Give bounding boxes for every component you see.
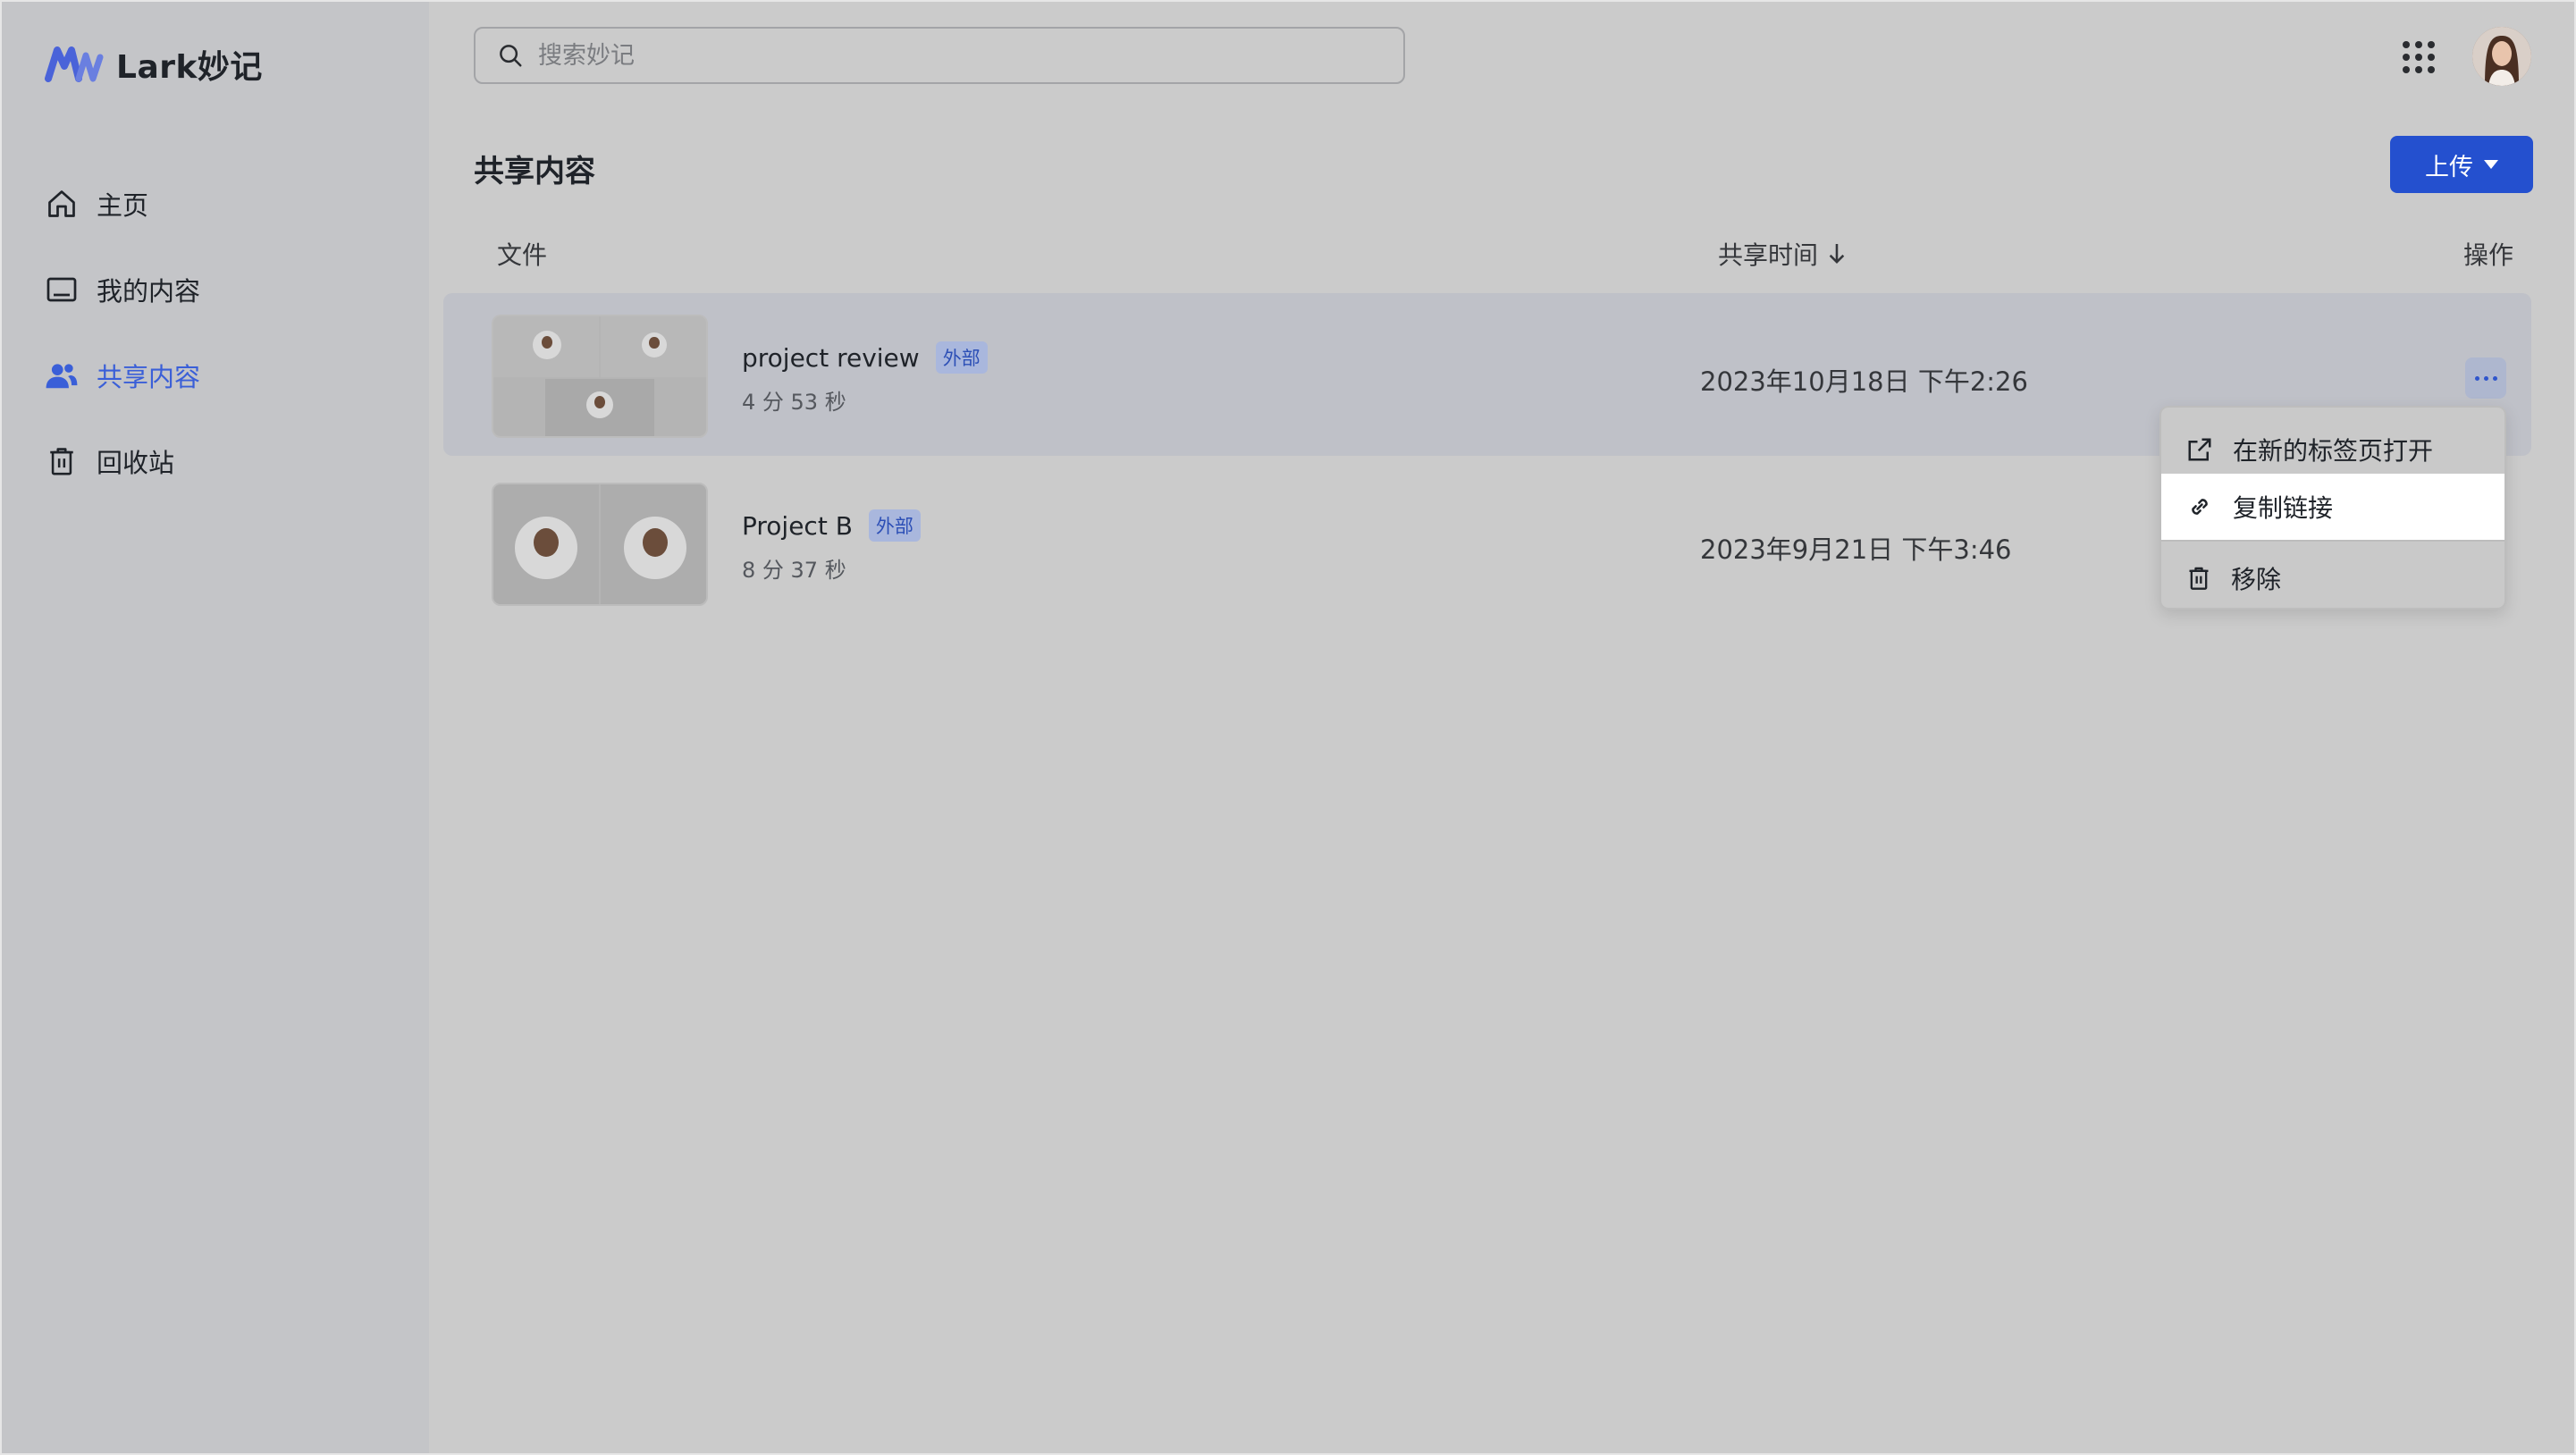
external-tag: 外部: [935, 341, 988, 374]
menu-divider: [2161, 540, 2504, 542]
menu-item-label: 在新的标签页打开: [2233, 436, 2434, 466]
participant-face-icon: [586, 391, 613, 418]
brand[interactable]: Lark妙记: [45, 41, 263, 88]
caret-down-icon: [2484, 160, 2498, 169]
share-time: 2023年9月21日 下午3:46: [1700, 534, 2012, 565]
recording-thumbnail: [492, 315, 708, 438]
external-tag: 外部: [868, 509, 921, 542]
sidebar-item-label: 主页: [97, 190, 149, 221]
menu-item-copy-link[interactable]: 复制链接: [2161, 474, 2504, 540]
upload-button[interactable]: 上传: [2390, 136, 2533, 193]
file-title[interactable]: Project B 外部: [742, 509, 921, 542]
sidebar-item-label: 共享内容: [97, 362, 201, 392]
external-link-icon: [2188, 438, 2211, 461]
avatar[interactable]: [2472, 27, 2531, 86]
lark-minutes-logo-icon: [45, 46, 104, 82]
sort-descending-icon: [1829, 244, 1845, 264]
share-time: 2023年10月18日 下午2:26: [1700, 366, 2028, 397]
sidebar-item-trash[interactable]: 回收站: [45, 418, 402, 504]
file-title[interactable]: project review 外部: [742, 341, 988, 374]
participant-face-icon: [533, 331, 561, 359]
trash-icon: [2189, 567, 2209, 590]
column-header-label: 操作: [2463, 240, 2514, 270]
menu-item-label: 移除: [2231, 565, 2282, 594]
sidebar-item-shared[interactable]: 共享内容: [45, 332, 402, 418]
file-duration: 8 分 37 秒: [742, 558, 846, 583]
sidebar-nav: 主页 我的内容 共享内容 回收站: [45, 161, 402, 504]
menu-item-open-new-tab[interactable]: 在新的标签页打开: [2161, 416, 2504, 483]
home-icon: [45, 187, 79, 221]
app-grid-icon[interactable]: [2397, 36, 2440, 79]
app-name: Lark妙记: [116, 49, 263, 86]
page-title: 共享内容: [474, 154, 595, 189]
trash-icon: [45, 444, 79, 478]
upload-button-label: 上传: [2425, 153, 2473, 181]
menu-item-remove[interactable]: 移除: [2161, 545, 2504, 611]
file-duration: 4 分 53 秒: [742, 390, 846, 415]
column-header-share-time[interactable]: 共享时间: [1718, 236, 1847, 272]
column-header-label: 文件: [497, 240, 548, 270]
menu-item-label: 复制链接: [2233, 493, 2334, 523]
folder-icon: [45, 273, 79, 307]
search-icon: [500, 45, 522, 67]
file-name-text: Project B: [742, 510, 853, 541]
recording-thumbnail: [492, 483, 708, 606]
sidebar: Lark妙记 主页 我的内容 共享内容 回收站: [2, 2, 429, 1453]
sidebar-item-label: 回收站: [97, 448, 175, 478]
sidebar-item-label: 我的内容: [97, 276, 201, 307]
search-box[interactable]: [474, 27, 1405, 84]
main-content: 共享内容 上传 文件 共享时间 操作 project review 外部 4 分…: [429, 2, 2574, 1453]
more-options-button[interactable]: [2465, 357, 2506, 399]
sidebar-item-my-content[interactable]: 我的内容: [45, 247, 402, 332]
column-header-actions: 操作: [2463, 236, 2513, 272]
participant-face-icon: [642, 332, 667, 357]
users-icon: [45, 358, 79, 392]
context-menu: 在新的标签页打开 复制链接 移除: [2159, 406, 2506, 610]
sidebar-item-home[interactable]: 主页: [45, 161, 402, 247]
participant-face-icon: [515, 517, 577, 579]
column-header-file: 文件: [497, 236, 547, 272]
column-header-label: 共享时间: [1718, 240, 1819, 270]
link-icon: [2192, 499, 2208, 515]
participant-face-icon: [624, 517, 686, 579]
file-name-text: project review: [742, 342, 920, 373]
search-input[interactable]: [538, 41, 1343, 70]
